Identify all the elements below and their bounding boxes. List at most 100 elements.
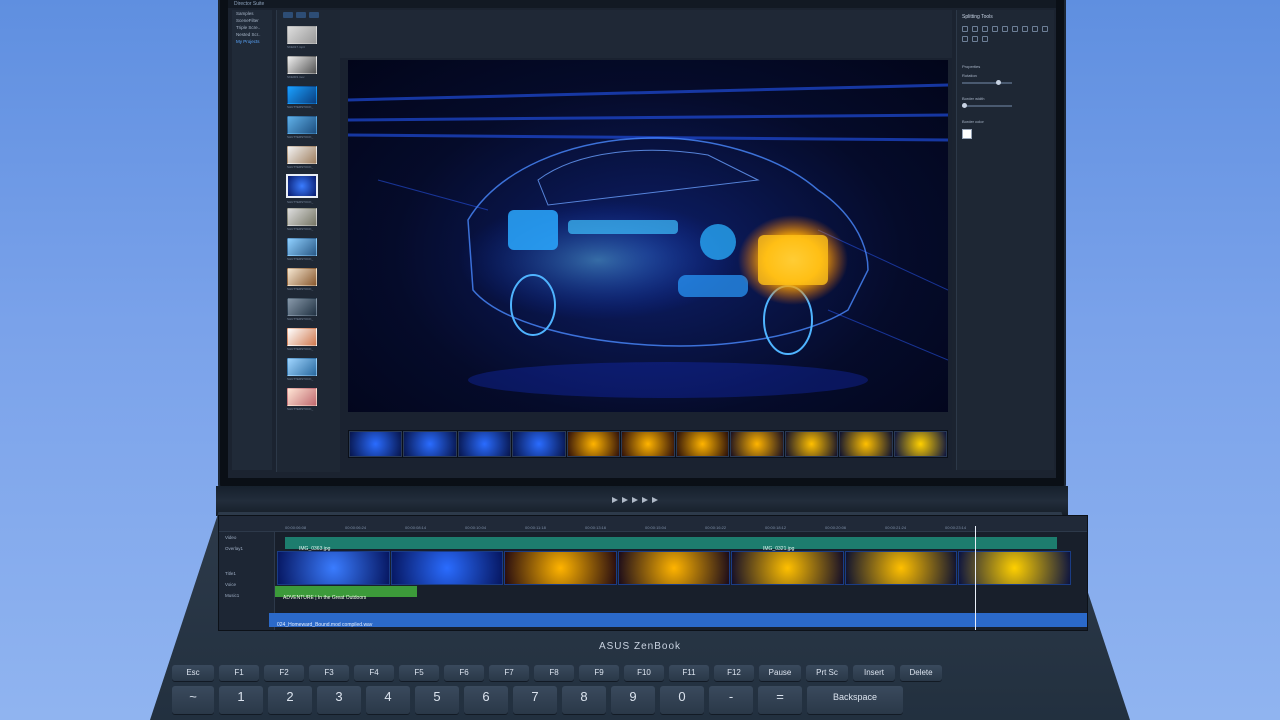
library-tab-image[interactable] xyxy=(296,12,306,18)
key-f5[interactable]: F5 xyxy=(399,665,439,681)
heart-tool-icon[interactable] xyxy=(962,36,968,42)
border-color-swatch[interactable] xyxy=(962,129,972,139)
key-equals[interactable]: = xyxy=(758,686,802,714)
next-icon[interactable] xyxy=(652,497,658,503)
media-library: SKE017.mp4 SKE003.mov SHUTTERSTOCK_ SHUT… xyxy=(276,10,385,472)
key-insert[interactable]: Insert xyxy=(853,665,895,681)
timeline-ruler[interactable]: 00:00:06:08 00:00:06:24 00:00:08:14 00:0… xyxy=(219,516,1087,532)
media-thumb[interactable] xyxy=(287,328,317,346)
video-clip[interactable] xyxy=(277,551,390,585)
video-clip[interactable] xyxy=(844,551,958,585)
polygon-tool-icon[interactable] xyxy=(1012,26,1018,32)
key-3[interactable]: 3 xyxy=(317,686,361,714)
key-4[interactable]: 4 xyxy=(366,686,410,714)
media-thumb[interactable] xyxy=(287,86,317,104)
tree-item-triple-screen[interactable]: Triple Scre.. xyxy=(232,24,272,31)
key-f8[interactable]: F8 xyxy=(534,665,574,681)
key-f3[interactable]: F3 xyxy=(309,665,349,681)
media-thumb[interactable] xyxy=(287,26,317,44)
key-1[interactable]: 1 xyxy=(219,686,263,714)
video-preview[interactable] xyxy=(348,60,948,412)
key-f6[interactable]: F6 xyxy=(444,665,484,681)
key-7[interactable]: 7 xyxy=(513,686,557,714)
media-thumb[interactable] xyxy=(287,146,317,164)
media-caption: SKE017.mp4 xyxy=(287,45,305,49)
custom-tool-icon[interactable] xyxy=(982,36,988,42)
diamond-tool-icon[interactable] xyxy=(1042,26,1048,32)
key-prtsc[interactable]: Prt Sc xyxy=(806,665,848,681)
film-frame[interactable] xyxy=(566,431,621,457)
key-9[interactable]: 9 xyxy=(611,686,655,714)
library-tab-video[interactable] xyxy=(283,12,293,18)
forward-icon[interactable] xyxy=(642,497,648,503)
library-tab-audio[interactable] xyxy=(309,12,319,18)
key-2[interactable]: 2 xyxy=(268,686,312,714)
key-f1[interactable]: F1 xyxy=(219,665,259,681)
key-pause[interactable]: Pause xyxy=(759,665,801,681)
border-width-slider[interactable] xyxy=(962,103,1012,108)
key-f9[interactable]: F9 xyxy=(579,665,619,681)
video-clip[interactable] xyxy=(390,551,504,585)
key-minus[interactable]: - xyxy=(709,686,753,714)
tree-item-my-projects[interactable]: My Projects xyxy=(232,38,272,45)
film-frame[interactable] xyxy=(403,431,457,457)
key-0[interactable]: 0 xyxy=(660,686,704,714)
pen-tool-icon[interactable] xyxy=(972,26,978,32)
video-clip[interactable] xyxy=(731,551,844,585)
key-f12[interactable]: F12 xyxy=(714,665,754,681)
slider-knob[interactable] xyxy=(996,80,1001,85)
rect-tool-icon[interactable] xyxy=(982,26,988,32)
media-thumb[interactable] xyxy=(287,298,317,316)
key-6[interactable]: 6 xyxy=(464,686,508,714)
key-backspace[interactable]: Backspace xyxy=(807,686,903,714)
media-thumb[interactable] xyxy=(287,268,317,286)
timeline-playhead[interactable] xyxy=(975,526,976,630)
star-tool-icon[interactable] xyxy=(1022,26,1028,32)
film-frame[interactable] xyxy=(893,431,947,457)
media-thumb[interactable] xyxy=(287,238,317,256)
rewind-icon[interactable] xyxy=(622,497,628,503)
play-icon[interactable] xyxy=(632,497,638,503)
media-thumb[interactable] xyxy=(287,358,317,376)
music-clip[interactable]: 024_Homeward_Bound.mod compiled.wav xyxy=(269,613,1087,628)
key-f11[interactable]: F11 xyxy=(669,665,709,681)
tree-item-scenefilter[interactable]: SceneFilter xyxy=(232,17,272,24)
key-esc[interactable]: Esc xyxy=(172,665,214,681)
film-frame[interactable] xyxy=(349,431,403,457)
prev-icon[interactable] xyxy=(612,497,618,503)
key-f10[interactable]: F10 xyxy=(624,665,664,681)
film-frame[interactable] xyxy=(839,431,893,457)
key-5[interactable]: 5 xyxy=(415,686,459,714)
key-tilde[interactable]: ~ xyxy=(172,686,214,714)
key-f4[interactable]: F4 xyxy=(354,665,394,681)
image-clip-right[interactable]: IMG_0321.jpg xyxy=(749,537,1057,552)
key-f2[interactable]: F2 xyxy=(264,665,304,681)
media-thumb[interactable] xyxy=(287,56,317,74)
line-tool-icon[interactable] xyxy=(962,26,968,32)
arrow-tool-icon[interactable] xyxy=(972,36,978,42)
image-clip-left[interactable]: IMG_0363.jpg xyxy=(285,537,785,552)
video-clip[interactable] xyxy=(504,551,617,585)
media-thumb-selected[interactable] xyxy=(286,174,318,198)
media-thumb[interactable] xyxy=(287,116,317,134)
slider-knob[interactable] xyxy=(962,103,967,108)
video-clip[interactable] xyxy=(617,551,731,585)
key-8[interactable]: 8 xyxy=(562,686,606,714)
film-frame[interactable] xyxy=(457,431,512,457)
film-frame[interactable] xyxy=(621,431,675,457)
film-frame[interactable] xyxy=(784,431,839,457)
triangle-tool-icon[interactable] xyxy=(1002,26,1008,32)
film-frame[interactable] xyxy=(512,431,566,457)
key-delete[interactable]: Delete xyxy=(900,665,942,681)
film-frame[interactable] xyxy=(730,431,784,457)
tree-item-samples[interactable]: Samples xyxy=(232,10,272,17)
media-thumb[interactable] xyxy=(287,388,317,406)
circle-tool-icon[interactable] xyxy=(992,26,998,32)
film-frame[interactable] xyxy=(675,431,730,457)
title-clip[interactable]: ADVENTURE | In the Great Outdoors xyxy=(275,586,417,601)
key-f7[interactable]: F7 xyxy=(489,665,529,681)
rotation-slider[interactable] xyxy=(962,80,1012,85)
tree-item-nested-screen[interactable]: Nested Scr.. xyxy=(232,31,272,38)
hexagon-tool-icon[interactable] xyxy=(1032,26,1038,32)
media-thumb[interactable] xyxy=(287,208,317,226)
